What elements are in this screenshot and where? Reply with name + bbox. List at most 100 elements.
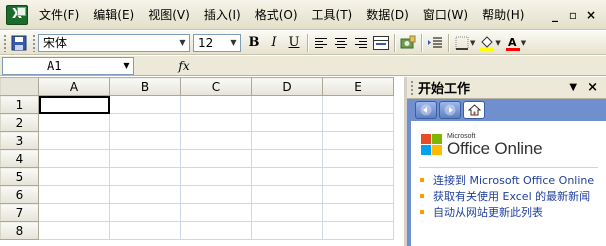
cell[interactable] (38, 113, 110, 132)
row-header[interactable]: 2 (0, 113, 39, 132)
column-header-d[interactable]: D (251, 77, 323, 96)
cell-table[interactable]: A B C D E 1 2 3 4 5 6 7 8 (0, 77, 394, 240)
menu-file[interactable]: 文件(F) (32, 4, 86, 26)
cell[interactable] (322, 167, 394, 186)
row-header[interactable]: 3 (0, 131, 39, 150)
align-right-button[interactable] (351, 33, 371, 53)
office-online-logo[interactable]: Microsoft Office Online (411, 121, 606, 157)
cell[interactable] (322, 203, 394, 222)
cell[interactable] (109, 131, 181, 150)
cell[interactable] (180, 203, 252, 222)
menu-data[interactable]: 数据(D) (359, 4, 416, 26)
underline-button[interactable]: U (284, 33, 304, 53)
italic-button[interactable]: I (264, 33, 284, 53)
cell[interactable] (109, 203, 181, 222)
task-pane-grip[interactable] (410, 79, 414, 96)
menu-window[interactable]: 窗口(W) (416, 4, 475, 26)
toolbar-grip[interactable] (3, 33, 7, 52)
cell[interactable] (180, 131, 252, 150)
cell[interactable] (38, 131, 110, 150)
cell[interactable] (251, 221, 323, 240)
cell[interactable] (109, 167, 181, 186)
select-all-button[interactable] (0, 77, 39, 96)
row-header[interactable]: 5 (0, 167, 39, 186)
cell[interactable] (251, 203, 323, 222)
cell[interactable] (38, 221, 110, 240)
align-center-button[interactable] (331, 33, 351, 53)
chevron-down-icon[interactable]: ▼ (521, 39, 526, 47)
toolbar-grip-2[interactable] (32, 33, 36, 52)
excel-app-icon[interactable]: X (6, 4, 28, 25)
forward-button[interactable] (439, 101, 461, 119)
row-header[interactable]: 4 (0, 149, 39, 168)
row-header[interactable]: 8 (0, 221, 39, 240)
column-header-c[interactable]: C (180, 77, 252, 96)
cell[interactable] (322, 149, 394, 168)
cell[interactable] (251, 95, 323, 114)
column-header-e[interactable]: E (322, 77, 394, 96)
back-button[interactable] (415, 101, 437, 119)
borders-button[interactable] (452, 33, 472, 53)
cell[interactable] (180, 113, 252, 132)
cell[interactable] (109, 113, 181, 132)
cell[interactable] (251, 149, 323, 168)
cell[interactable] (38, 167, 110, 186)
cell-a1[interactable] (38, 95, 110, 114)
menu-edit[interactable]: 编辑(E) (86, 4, 141, 26)
menu-help[interactable]: 帮助(H) (475, 4, 531, 26)
worksheet-grid[interactable]: A B C D E 1 2 3 4 5 6 7 8 (0, 77, 404, 246)
align-left-button[interactable] (311, 33, 331, 53)
menu-format[interactable]: 格式(O) (248, 4, 305, 26)
cell[interactable] (38, 185, 110, 204)
cell[interactable] (109, 149, 181, 168)
restore-button[interactable]: ▫ (566, 8, 580, 22)
currency-style-button[interactable] (398, 33, 418, 53)
cell[interactable] (322, 131, 394, 150)
chevron-down-icon[interactable]: ▼ (495, 39, 500, 47)
home-button[interactable] (463, 101, 485, 119)
font-size-select[interactable]: 12 ▼ (193, 33, 241, 52)
link-connect-office-online[interactable]: 连接到 Microsoft Office Online (433, 174, 594, 187)
cell[interactable] (38, 203, 110, 222)
bold-button[interactable]: B (244, 33, 264, 53)
column-header-b[interactable]: B (109, 77, 181, 96)
row-header[interactable]: 6 (0, 185, 39, 204)
menu-view[interactable]: 视图(V) (141, 4, 197, 26)
increase-indent-button[interactable] (425, 33, 445, 53)
cell[interactable] (180, 185, 252, 204)
menu-tools[interactable]: 工具(T) (305, 4, 360, 26)
font-name-select[interactable]: 宋体 ▼ (38, 33, 190, 52)
cell[interactable] (251, 131, 323, 150)
cell[interactable] (322, 113, 394, 132)
task-pane-menu-button[interactable]: ▼ (569, 82, 577, 93)
link-auto-update[interactable]: 自动从网站更新此列表 (433, 206, 543, 219)
cell[interactable] (109, 185, 181, 204)
column-header-a[interactable]: A (38, 77, 110, 96)
row-header[interactable]: 7 (0, 203, 39, 222)
cell[interactable] (322, 221, 394, 240)
fill-color-button[interactable] (477, 33, 497, 53)
cell[interactable] (109, 221, 181, 240)
cell[interactable] (180, 149, 252, 168)
cell[interactable] (251, 167, 323, 186)
cell[interactable] (251, 113, 323, 132)
chevron-down-icon[interactable]: ▼ (470, 39, 475, 47)
row-header[interactable]: 1 (0, 95, 39, 114)
cell[interactable] (180, 95, 252, 114)
save-button[interactable] (9, 33, 29, 53)
font-color-button[interactable]: A (503, 33, 523, 53)
minimize-button[interactable]: _ (548, 8, 562, 22)
cell[interactable] (180, 221, 252, 240)
cell[interactable] (109, 95, 181, 114)
cell[interactable] (180, 167, 252, 186)
close-button[interactable]: × (584, 8, 598, 22)
insert-function-button[interactable]: fx (172, 59, 196, 73)
cell[interactable] (322, 185, 394, 204)
name-box[interactable]: A1 ▼ (2, 56, 134, 75)
link-excel-news[interactable]: 获取有关使用 Excel 的最新新闻 (433, 190, 590, 203)
cell[interactable] (251, 185, 323, 204)
menu-insert[interactable]: 插入(I) (197, 4, 248, 26)
task-pane-close-button[interactable]: × (587, 80, 598, 95)
cell[interactable] (38, 149, 110, 168)
merge-center-button[interactable] (371, 33, 391, 53)
